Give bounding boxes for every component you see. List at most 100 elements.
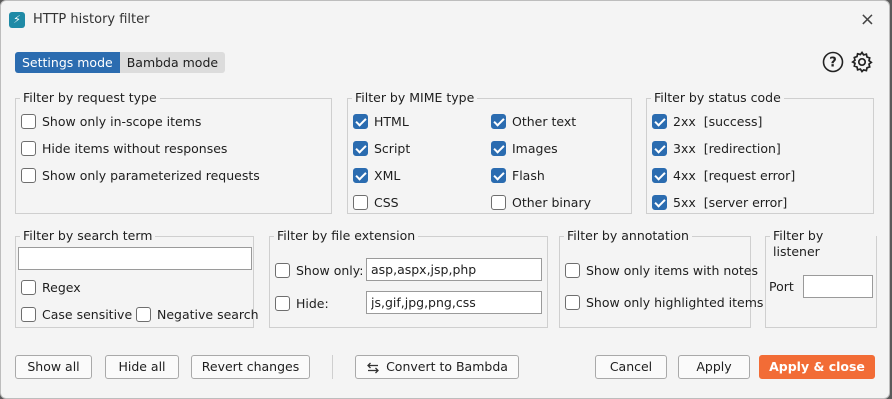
parameterized-checkbox[interactable] <box>21 167 36 183</box>
close-icon[interactable]: × <box>860 9 875 30</box>
group-title: Filter by MIME type <box>352 90 478 106</box>
checkbox-label: Show only highlighted items <box>586 294 764 310</box>
tab-settings-mode[interactable]: Settings mode <box>15 52 120 73</box>
in-scope-checkbox[interactable] <box>21 113 36 129</box>
mime-images-row[interactable]: Images <box>491 139 558 157</box>
mime-script-row[interactable]: Script <box>353 139 410 157</box>
mime-script-checkbox[interactable] <box>353 140 368 156</box>
show-only-ext-row[interactable]: Show only: <box>275 261 363 279</box>
show-all-button[interactable]: Show all <box>15 355 92 379</box>
button-divider <box>332 355 333 379</box>
case-sensitive-checkbox[interactable] <box>21 306 36 322</box>
checkbox-label: Flash <box>512 167 545 183</box>
highlighted-checkbox[interactable] <box>565 294 580 310</box>
checkbox-label: Case sensitive <box>42 306 133 322</box>
negative-search-checkbox[interactable] <box>136 306 151 322</box>
mime-xml-checkbox[interactable] <box>353 167 368 183</box>
listener-group: Filter by listener Port <box>765 228 877 328</box>
checkbox-label: Regex <box>42 279 81 295</box>
status-code-group: Filter by status code 2xx [success] 3xx … <box>646 90 874 214</box>
annotation-group: Filter by annotation Show only items wit… <box>559 228 763 328</box>
case-sensitive-checkbox-row[interactable]: Case sensitive <box>21 305 132 323</box>
show-only-ext-input[interactable] <box>366 258 542 281</box>
negative-search-checkbox-row[interactable]: Negative search <box>136 305 259 323</box>
status-2xx-row[interactable]: 2xx [success] <box>652 112 762 130</box>
mode-switch: Settings mode Bambda mode <box>15 52 226 73</box>
group-title: Filter by search term <box>20 228 156 244</box>
checkbox-label: Hide items without responses <box>42 140 228 156</box>
port-input[interactable] <box>803 275 873 298</box>
notes-checkbox[interactable] <box>565 262 580 278</box>
regex-checkbox-row[interactable]: Regex <box>21 278 81 296</box>
mime-css-checkbox[interactable] <box>353 194 368 210</box>
mime-flash-checkbox[interactable] <box>491 167 506 183</box>
group-title: Filter by request type <box>20 90 160 106</box>
checkbox-label: Hide: <box>296 295 329 311</box>
status-4xx-checkbox[interactable] <box>652 167 667 183</box>
hide-ext-row[interactable]: Hide: <box>275 294 329 312</box>
lightning-icon: ⚡ <box>9 12 25 28</box>
search-term-group: Filter by search term Regex Case sensiti… <box>15 228 259 328</box>
convert-label: Convert to Bambda <box>386 359 508 374</box>
mime-other-binary-row[interactable]: Other binary <box>491 193 591 211</box>
mime-xml-row[interactable]: XML <box>353 166 400 184</box>
mime-html-checkbox[interactable] <box>353 113 368 129</box>
checkbox-label: 5xx [server error] <box>673 194 788 210</box>
mime-html-row[interactable]: HTML <box>353 112 409 130</box>
search-term-input[interactable] <box>18 247 252 270</box>
window-title: HTTP history filter <box>33 12 150 27</box>
mime-other-text-checkbox[interactable] <box>491 113 506 129</box>
notes-checkbox-row[interactable]: Show only items with notes <box>565 261 758 279</box>
hide-ext-checkbox[interactable] <box>275 295 290 311</box>
status-4xx-row[interactable]: 4xx [request error] <box>652 166 795 184</box>
show-only-ext-checkbox[interactable] <box>275 262 290 278</box>
hide-ext-input[interactable] <box>366 291 542 314</box>
cancel-button[interactable]: Cancel <box>595 355 667 379</box>
hide-no-response-checkbox[interactable] <box>21 140 36 156</box>
checkbox-label: Show only items with notes <box>586 262 759 278</box>
title-bar: ⚡ HTTP history filter × <box>1 1 889 37</box>
group-title: Filter by file extension <box>274 228 419 244</box>
in-scope-checkbox-row[interactable]: Show only in-scope items <box>21 112 201 130</box>
checkbox-label: Other binary <box>512 194 591 210</box>
help-icon[interactable]: ? <box>822 51 844 73</box>
status-5xx-checkbox[interactable] <box>652 194 667 210</box>
checkbox-label: 2xx [success] <box>673 113 763 129</box>
gear-icon[interactable] <box>850 50 874 74</box>
checkbox-label: Show only: <box>296 262 364 278</box>
filter-dialog: ⚡ HTTP history filter × Settings mode Ba… <box>0 0 890 399</box>
request-type-group: Filter by request type Show only in-scop… <box>15 90 332 214</box>
checkbox-label: CSS <box>374 194 399 210</box>
revert-changes-button[interactable]: Revert changes <box>191 355 310 379</box>
status-3xx-checkbox[interactable] <box>652 140 667 156</box>
mime-css-row[interactable]: CSS <box>353 193 399 211</box>
regex-checkbox[interactable] <box>21 279 36 295</box>
checkbox-label: 4xx [request error] <box>673 167 796 183</box>
checkbox-label: Negative search <box>157 306 259 322</box>
hide-no-response-checkbox-row[interactable]: Hide items without responses <box>21 139 227 157</box>
tab-bambda-mode[interactable]: Bambda mode <box>119 52 226 73</box>
status-5xx-row[interactable]: 5xx [server error] <box>652 193 787 211</box>
mime-type-group: Filter by MIME type HTML Other text Scri… <box>347 90 632 214</box>
mime-flash-row[interactable]: Flash <box>491 166 545 184</box>
mime-images-checkbox[interactable] <box>491 140 506 156</box>
convert-to-bambda-button[interactable]: Convert to Bambda <box>355 355 519 379</box>
highlighted-checkbox-row[interactable]: Show only highlighted items <box>565 293 763 311</box>
checkbox-label: HTML <box>374 113 409 129</box>
mime-other-binary-checkbox[interactable] <box>491 194 506 210</box>
parameterized-checkbox-row[interactable]: Show only parameterized requests <box>21 166 260 184</box>
hide-all-button[interactable]: Hide all <box>105 355 179 379</box>
status-3xx-row[interactable]: 3xx [redirection] <box>652 139 781 157</box>
apply-and-close-button[interactable]: Apply & close <box>759 355 875 379</box>
apply-button[interactable]: Apply <box>678 355 750 379</box>
port-label: Port <box>769 279 794 294</box>
swap-arrows-icon <box>367 362 379 373</box>
group-title: Filter by annotation <box>564 228 692 244</box>
checkbox-label: XML <box>374 167 401 183</box>
checkbox-label: Images <box>512 140 558 156</box>
status-2xx-checkbox[interactable] <box>652 113 667 129</box>
checkbox-label: Other text <box>512 113 577 129</box>
group-title: Filter by listener <box>770 228 876 260</box>
checkbox-label: Show only in-scope items <box>42 113 202 129</box>
mime-other-text-row[interactable]: Other text <box>491 112 576 130</box>
